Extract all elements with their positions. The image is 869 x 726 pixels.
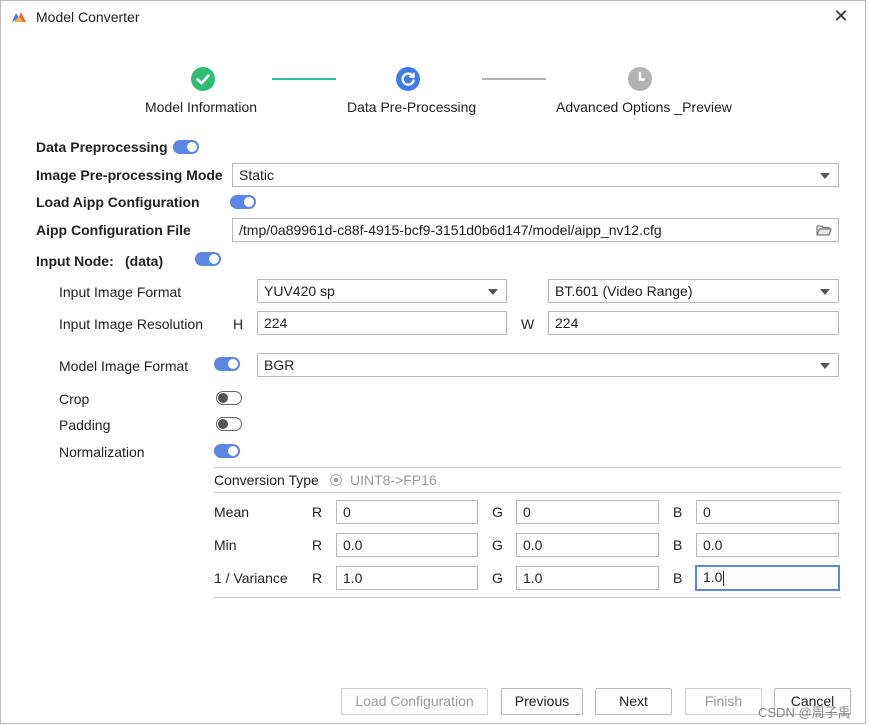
step-pending-clock-icon [628,67,652,91]
load-configuration-button[interactable]: Load Configuration [341,688,488,715]
chevron-down-icon [820,173,830,179]
input-node-toggle[interactable] [195,252,221,266]
step-current-progress-icon [396,67,420,91]
mean-r-label: R [312,504,323,520]
section-divider-mid [214,492,841,493]
mean-g-input[interactable]: 0 [516,500,659,524]
model-image-format-select[interactable]: BGR [257,353,839,377]
min-r-label: R [312,537,323,553]
input-resolution-label: Input Image Resolution [59,316,203,332]
crop-label: Crop [59,391,90,407]
input-node-name: (data) [125,253,164,269]
min-g-label: G [492,537,503,553]
watermark-text: CSDN @周子禹 [758,705,851,720]
mean-r-value: 0 [343,504,351,520]
data-preprocessing-toggle[interactable] [173,140,199,154]
min-r-value: 0.0 [343,537,363,553]
variance-b-label: B [673,570,683,586]
min-r-input[interactable]: 0.0 [336,533,478,557]
step-label-data-preprocessing: Data Pre-Processing [347,99,477,115]
aipp-file-input[interactable]: /tmp/0a89961d-c88f-4915-bcf9-3151d0b6d14… [232,218,839,242]
mean-g-value: 0 [523,504,531,520]
height-input[interactable]: 224 [257,311,507,335]
conversion-type-radio[interactable] [330,474,342,486]
model-image-format-label: Model Image Format [59,358,189,374]
input-node-label: Input Node: [36,253,114,269]
variance-b-value: 1.0 [703,569,723,585]
close-icon[interactable]: ✕ [830,5,852,27]
step-connector-1 [272,78,336,80]
min-b-value: 0.0 [703,537,723,553]
mean-g-label: G [492,504,503,520]
input-image-format-select[interactable]: YUV420 sp [257,279,507,303]
min-b-input[interactable]: 0.0 [696,533,839,557]
step-connector-2 [482,78,546,80]
variance-g-label: G [492,570,503,586]
width-label: W [521,316,535,332]
conversion-type-label: Conversion Type [214,472,319,488]
color-range-value: BT.601 (Video Range) [555,283,693,299]
mean-b-label: B [673,504,683,520]
color-range-select[interactable]: BT.601 (Video Range) [548,279,839,303]
chevron-down-icon [820,363,830,369]
title-bar: Model Converter ✕ [1,1,865,33]
step-label-advanced-options: Advanced Options _Preview [556,99,732,115]
text-cursor [723,570,725,586]
variance-g-value: 1.0 [523,570,543,586]
model-converter-window: Model Converter ✕ Model Information Data… [0,0,866,724]
window-title: Model Converter [36,9,140,25]
height-value: 224 [264,315,288,331]
variance-r-value: 1.0 [343,570,363,586]
padding-toggle[interactable] [216,417,242,431]
min-g-input[interactable]: 0.0 [516,533,659,557]
step-label-model-information: Model Information [145,99,258,115]
finish-button[interactable]: Finish [685,688,762,715]
conversion-type-option: UINT8->FP16 [350,472,437,488]
app-logo-icon [12,12,26,22]
preprocessing-mode-label: Image Pre-processing Mode [36,167,223,183]
section-divider-top [214,467,841,468]
input-image-format-label: Input Image Format [59,284,182,300]
step-done-check-icon [191,67,215,91]
mean-b-input[interactable]: 0 [696,500,839,524]
min-g-value: 0.0 [523,537,543,553]
preprocessing-mode-select[interactable]: Static [232,163,839,187]
min-row-label: Min [214,537,237,553]
width-input[interactable]: 224 [548,311,839,335]
model-image-format-toggle[interactable] [214,357,240,371]
crop-toggle[interactable] [216,391,242,405]
variance-r-input[interactable]: 1.0 [336,566,478,590]
section-divider-bottom [214,597,841,598]
variance-g-input[interactable]: 1.0 [516,566,659,590]
padding-label: Padding [59,417,111,433]
data-preprocessing-label: Data Preprocessing [36,139,168,155]
aipp-file-label: Aipp Configuration File [36,222,191,238]
preprocessing-mode-value: Static [239,167,275,183]
chevron-down-icon [488,289,498,295]
next-button[interactable]: Next [595,688,672,715]
model-image-format-value: BGR [264,357,295,373]
mean-r-input[interactable]: 0 [336,500,478,524]
normalization-toggle[interactable] [214,444,240,458]
previous-button[interactable]: Previous [501,688,583,715]
load-aipp-toggle[interactable] [230,195,256,209]
variance-r-label: R [312,570,323,586]
input-image-format-value: YUV420 sp [264,283,335,299]
mean-b-value: 0 [703,504,711,520]
aipp-file-path: /tmp/0a89961d-c88f-4915-bcf9-3151d0b6d14… [239,222,662,238]
normalization-label: Normalization [59,444,145,460]
variance-b-input[interactable]: 1.0 [695,565,840,591]
folder-open-icon[interactable] [816,224,832,236]
min-b-label: B [673,537,683,553]
variance-row-label: 1 / Variance [214,570,288,586]
chevron-down-icon [820,289,830,295]
mean-row-label: Mean [214,504,250,520]
height-label: H [233,316,244,332]
width-value: 224 [555,315,579,331]
load-aipp-label: Load Aipp Configuration [36,194,200,210]
